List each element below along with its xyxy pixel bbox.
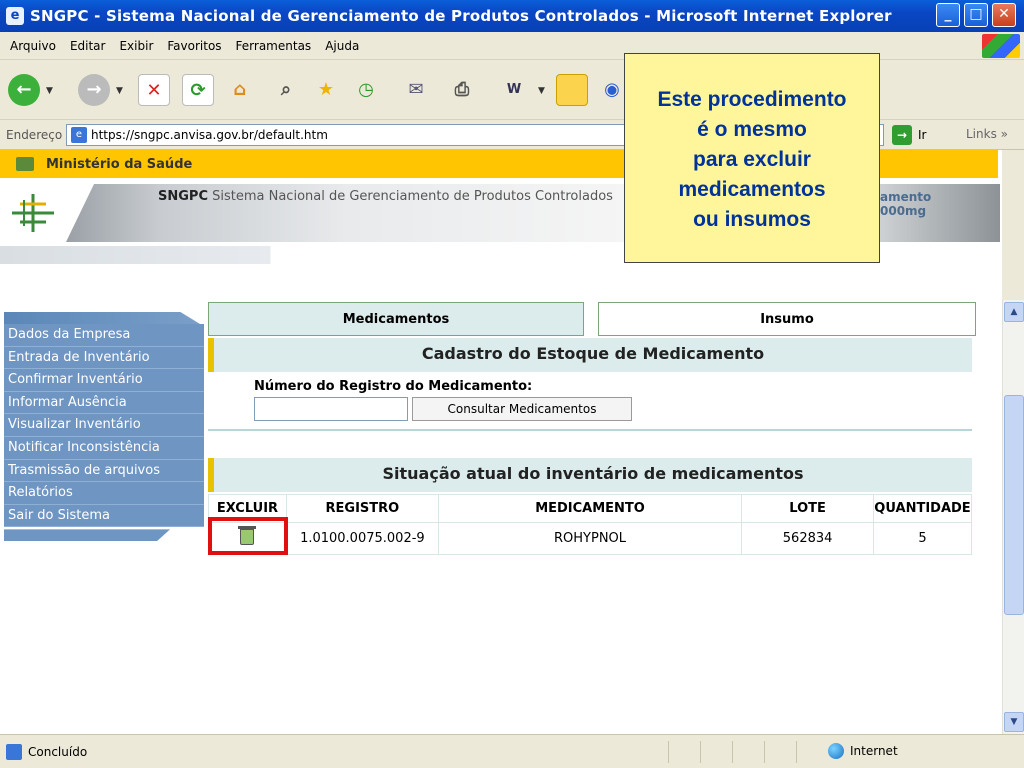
favorites-star-icon[interactable]: ★ [310,74,342,106]
refresh-icon[interactable]: ⟳ [182,74,214,106]
back-dropdown-icon[interactable]: ▼ [46,86,53,96]
form-panel-header: Cadastro do Estoque de Medicamento [208,338,972,372]
status-divider [700,741,701,763]
col-quantidade: QUANTIDADE [872,494,973,523]
ministry-icon [16,157,34,171]
sidebar-top-strip [4,312,200,324]
status-bar: Concluído Internet [0,734,1024,768]
stop-icon[interactable]: ✕ [138,74,170,106]
tab-medicamentos[interactable]: Medicamentos [208,302,584,336]
form-panel-divider [208,429,972,431]
inventory-table: EXCLUIR REGISTRO MEDICAMENTO LOTE QUANTI… [208,494,973,555]
back-arrow-icon[interactable]: ← [8,74,40,106]
links-button[interactable]: Links » [966,127,1008,141]
window-title: SNGPC - Sistema Nacional de Gerenciament… [30,7,892,25]
medicamento-cell: ROHYPNOL [437,522,743,555]
menu-arquivo[interactable]: Arquivo [10,39,56,53]
quantidade-cell: 5 [872,522,973,555]
mail-icon[interactable]: ✉ [400,74,432,106]
sidebar-item-visualizar-inventario[interactable]: Visualizar Inventário [4,414,204,437]
col-medicamento: MEDICAMENTO [437,494,743,523]
banner-title: SNGPC Sistema Nacional de Gerenciamento … [158,189,613,204]
windows-logo-icon [982,34,1020,58]
forward-dropdown-icon[interactable]: ▼ [116,86,123,96]
sidebar-item-confirmar-inventario[interactable]: Confirmar Inventário [4,369,204,392]
menu-favoritos[interactable]: Favoritos [167,39,221,53]
banner-image-text: amento 000mg [880,190,932,218]
sidebar-item-entrada-de-inventario[interactable]: Entrada de Inventário [4,346,204,370]
table-header-row: EXCLUIR REGISTRO MEDICAMENTO LOTE QUANTI… [208,494,973,523]
go-button[interactable]: → Ir [892,125,926,145]
registro-cell: 1.0100.0075.002-9 [285,522,439,555]
col-registro: REGISTRO [285,494,439,523]
ministry-label: Ministério da Saúde [46,156,193,172]
menu-ferramentas[interactable]: Ferramentas [236,39,312,53]
banner-brand: SNGPC [158,189,208,204]
vertical-scrollbar[interactable]: ▲ ▼ [1002,300,1024,734]
scroll-down-icon[interactable]: ▼ [1004,712,1024,732]
sidebar-item-informar-ausencia[interactable]: Informar Ausência [4,391,204,415]
instruction-callout: Este procedimento é o mesmo para excluir… [624,53,880,263]
close-button[interactable]: ✕ [992,3,1016,27]
word-edit-icon[interactable]: W [498,74,530,106]
ie-app-icon: e [6,7,24,25]
sidebar-bottom-strip [4,529,170,542]
sidebar-item-notificar-inconsistencia[interactable]: Notificar Inconsistência [4,436,204,460]
sidebar-item-relatorios[interactable]: Relatórios [4,482,204,505]
menu-editar[interactable]: Editar [70,39,106,53]
consultar-medicamentos-button[interactable]: Consultar Medicamentos [412,397,632,421]
registro-input[interactable] [254,397,408,421]
delete-highlight-box [208,517,288,555]
table-row: 1.0100.0075.002-9 ROHYPNOL 562834 5 [208,522,973,555]
lote-cell: 562834 [741,522,874,555]
inventory-panel-header: Situação atual do inventário de medicame… [208,458,972,492]
print-icon[interactable]: ⎙ [446,74,478,106]
menu-ajuda[interactable]: Ajuda [325,39,359,53]
security-zone: Internet [828,743,898,759]
search-icon[interactable]: ⌕ [270,74,302,106]
status-divider [732,741,733,763]
col-lote: LOTE [741,494,874,523]
minimize-button[interactable]: _ [936,3,960,27]
maximize-button[interactable]: □ [964,3,988,27]
page-done-icon [6,743,22,760]
go-label: Ir [918,128,927,142]
globe-icon [828,743,844,759]
sidebar-item-dados-da-empresa[interactable]: Dados da Empresa [4,324,204,347]
page-icon: e [71,127,87,143]
edit-dropdown-icon[interactable]: ▼ [538,86,545,96]
sidebar-item-sair-do-sistema[interactable]: Sair do Sistema [4,504,204,528]
menu-exibir[interactable]: Exibir [119,39,153,53]
title-bar: e SNGPC - Sistema Nacional de Gerenciame… [0,0,1024,32]
anvisa-logo-icon [12,194,54,232]
address-url[interactable]: https://sngpc.anvisa.gov.br/default.htm [91,128,328,142]
go-arrow-icon: → [892,125,912,145]
discuss-icon[interactable] [556,74,588,106]
history-icon[interactable]: ◷ [350,74,382,106]
scroll-up-icon[interactable]: ▲ [1004,302,1024,322]
address-label: Endereço [6,127,63,142]
sidebar-item-trasmissao-de-arquivos[interactable]: Trasmissão de arquivos [4,459,204,483]
status-divider [668,741,669,763]
tab-insumo[interactable]: Insumo [598,302,976,336]
tab-bar: Medicamentos Insumo [208,302,976,336]
sidebar: Dados da Empresa Entrada de Inventário C… [4,312,204,542]
status-divider [764,741,765,763]
banner-text: Sistema Nacional de Gerenciamento de Pro… [212,189,613,204]
registro-label: Número do Registro do Medicamento: [254,379,533,394]
status-divider [796,741,797,763]
forward-arrow-icon[interactable]: → [78,74,110,106]
zone-label: Internet [850,744,898,758]
home-icon[interactable]: ⌂ [224,74,256,106]
status-text: Concluído [28,744,88,759]
scroll-thumb[interactable] [1004,395,1024,615]
